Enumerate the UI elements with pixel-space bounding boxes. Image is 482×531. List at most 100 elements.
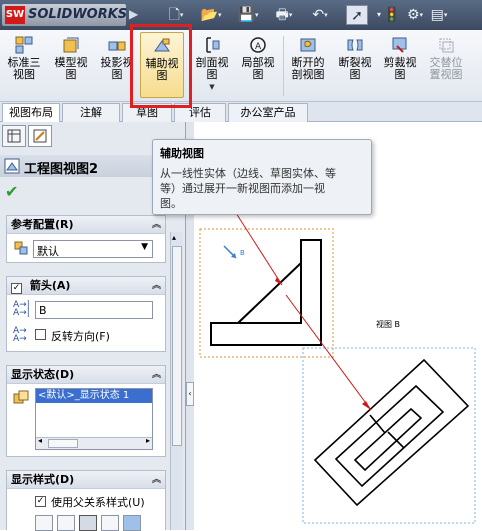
collapse-chevron-icon[interactable]: ︽	[152, 277, 161, 295]
display-state-hscrollbar[interactable]: ◂ ▸	[36, 436, 152, 449]
ref-config-header[interactable]: 参考配置(R) ︽	[7, 216, 165, 234]
undo-icon[interactable]: ↶▾	[309, 5, 331, 25]
display-state-header[interactable]: 显示状态(D) ︽	[7, 366, 165, 384]
display-state-group: 显示状态(D) ︽ <默认>_显示状态 1 ◂ ▸	[6, 365, 166, 457]
tooltip-line-2: 等）通过展开一新视图而添加一视	[160, 182, 325, 195]
ref-config-selected-value: 默认	[37, 245, 59, 258]
auxiliary-view-highlight	[130, 24, 192, 108]
scroll-up-icon[interactable]: ▴	[172, 233, 176, 242]
shaded-icon[interactable]	[123, 515, 141, 531]
solidworks-logo[interactable]: SW SOLIDWORKS	[2, 4, 128, 26]
alternate-position-view-icon	[439, 38, 454, 53]
collapse-chevron-icon[interactable]: ︽	[152, 216, 161, 234]
standard-three-view-icon	[15, 36, 33, 54]
ribbon-separator	[283, 36, 284, 96]
break-view-label-2: 图	[349, 68, 361, 81]
title-bar: SW SOLIDWORKS ▶ 🗋▾ 📂▾ 💾▾ 🖶▾ ↶▾ ➚ ▾ 🚦 ⚙▾ …	[0, 0, 482, 30]
print-icon[interactable]: 🖶▾	[273, 5, 295, 25]
chevron-down-icon[interactable]: ▼	[141, 242, 148, 252]
app-name: SOLIDWORKS	[28, 7, 128, 22]
traffic-light-icon[interactable]: 🚦	[381, 5, 403, 25]
tooltip-title: 辅助视图	[160, 147, 204, 160]
ref-config-header-label: 参考配置(R)	[11, 218, 74, 231]
collapse-chevron-icon[interactable]: ︽	[152, 366, 161, 384]
panel-scrollbar[interactable]: ▴	[170, 232, 183, 530]
section-view-icon	[206, 37, 220, 53]
feature-manager-tab-icon[interactable]	[2, 125, 26, 147]
arrow-label-icon: A→| A→|	[13, 300, 30, 318]
standard-three-view-button[interactable]: 标准三 视图	[4, 32, 44, 98]
projected-view-icon	[108, 41, 126, 51]
display-state-header-label: 显示状态(D)	[11, 368, 75, 381]
crop-view-button[interactable]: 剪裁视 图	[378, 32, 422, 98]
property-manager-title: 工程图视图2	[24, 162, 99, 177]
model-view-icon	[63, 37, 79, 53]
select-pointer-icon[interactable]: ➚	[346, 5, 368, 25]
display-style-header[interactable]: 显示样式(D) ︽	[7, 471, 165, 489]
broken-out-section-button[interactable]: 断开的 剖视图	[286, 32, 330, 98]
display-state-list[interactable]: <默认>_显示状态 1 ◂ ▸	[35, 388, 153, 450]
svg-text:A: A	[255, 42, 262, 52]
hidden-lines-visible-icon[interactable]	[57, 515, 75, 531]
tab-annotation[interactable]: 注解	[62, 103, 120, 122]
sw-logo-badge: SW	[5, 6, 25, 24]
section-view-dropdown-icon[interactable]: ▼	[190, 81, 234, 93]
tab-office-products[interactable]: 办公室产品	[228, 103, 308, 122]
panel-scroll-thumb[interactable]	[172, 246, 182, 446]
auxiliary-view-tooltip: 辅助视图 从一线性实体（边线、草图实体、等 等）通过展开一新视图而添加一视 图。	[152, 139, 372, 215]
standard-three-view-label-2: 视图	[13, 68, 35, 81]
break-view-button[interactable]: 断裂视 图	[334, 32, 376, 98]
alternate-position-view-button[interactable]: 交替位 置视图	[424, 32, 468, 98]
arrow-group: ✓ 箭头(A) ︽ A→| A→| B A→ A→ 反转方向(F)	[6, 276, 166, 352]
reverse-direction-icon: A→ A→	[13, 326, 27, 344]
tab-view-layout[interactable]: 视图布局	[2, 103, 60, 122]
new-document-icon[interactable]: 🗋▾	[165, 5, 187, 25]
display-style-header-label: 显示样式(D)	[11, 473, 75, 486]
ref-config-group: 参考配置(R) ︽ 默认 ▼	[6, 215, 166, 263]
menu-expand-arrow-icon[interactable]: ▶	[129, 7, 138, 21]
hidden-lines-removed-icon[interactable]	[79, 515, 97, 531]
ok-check-icon[interactable]: ✔	[5, 182, 18, 201]
scroll-right-icon[interactable]: ▸	[146, 436, 150, 445]
break-view-icon	[347, 39, 363, 51]
properties-icon[interactable]: ▤▾	[428, 5, 450, 25]
crop-view-label-2: 图	[394, 68, 406, 81]
model-view-button[interactable]: 模型视 图	[50, 32, 92, 98]
save-icon[interactable]: 💾▾	[237, 5, 259, 25]
options-icon[interactable]: ⚙▾	[404, 5, 426, 25]
display-state-list-item[interactable]: <默认>_显示状态 1	[36, 389, 152, 403]
crop-view-icon	[392, 37, 407, 53]
collapse-chevron-icon[interactable]: ︽	[152, 471, 161, 489]
configuration-icon	[14, 241, 28, 255]
detail-view-button[interactable]: A 局部视 图	[236, 32, 280, 98]
open-folder-icon[interactable]: 📂▾	[200, 5, 222, 25]
section-view-label-2: 图	[206, 68, 218, 81]
view-arrow-letter: B	[240, 249, 245, 257]
detail-view-icon: A	[250, 37, 266, 53]
arrow-enable-checkbox[interactable]: ✓	[11, 283, 22, 294]
property-manager-tab-icon[interactable]	[28, 125, 52, 147]
wireframe-style-icon[interactable]	[35, 515, 53, 531]
hscroll-thumb[interactable]	[48, 439, 78, 448]
model-view-label-2: 图	[65, 68, 77, 81]
command-manager-tabs: 视图布局 注解 草图 评估 办公室产品	[0, 102, 482, 122]
alternate-position-view-label-2: 置视图	[429, 68, 463, 81]
collapse-panel-icon[interactable]: ‹	[186, 382, 194, 406]
shaded-with-edges-icon[interactable]	[101, 515, 119, 531]
arrow-header[interactable]: ✓ 箭头(A) ︽	[7, 277, 165, 295]
detail-view-label-2: 图	[252, 68, 264, 81]
reverse-direction-checkbox[interactable]	[35, 329, 46, 340]
broken-out-section-icon	[300, 38, 316, 52]
use-parent-style-label: 使用父关系样式(U)	[51, 496, 145, 509]
tooltip-line-3: 图。	[160, 197, 182, 210]
section-view-button[interactable]: 剖面视 图 ▼	[190, 32, 234, 98]
arrow-label-input[interactable]: B	[35, 301, 153, 319]
use-parent-style-checkbox[interactable]: ✓	[35, 496, 46, 507]
broken-out-section-label-2: 剖视图	[291, 68, 325, 81]
display-style-buttons	[35, 515, 155, 531]
scroll-left-icon[interactable]: ◂	[38, 436, 42, 445]
reverse-direction-label: 反转方向(F)	[51, 330, 110, 343]
tooltip-body: 从一线性实体（边线、草图实体、等 等）通过展开一新视图而添加一视 图。	[160, 166, 364, 211]
display-state-icon	[13, 390, 29, 404]
ref-config-select[interactable]: 默认 ▼	[33, 240, 153, 258]
